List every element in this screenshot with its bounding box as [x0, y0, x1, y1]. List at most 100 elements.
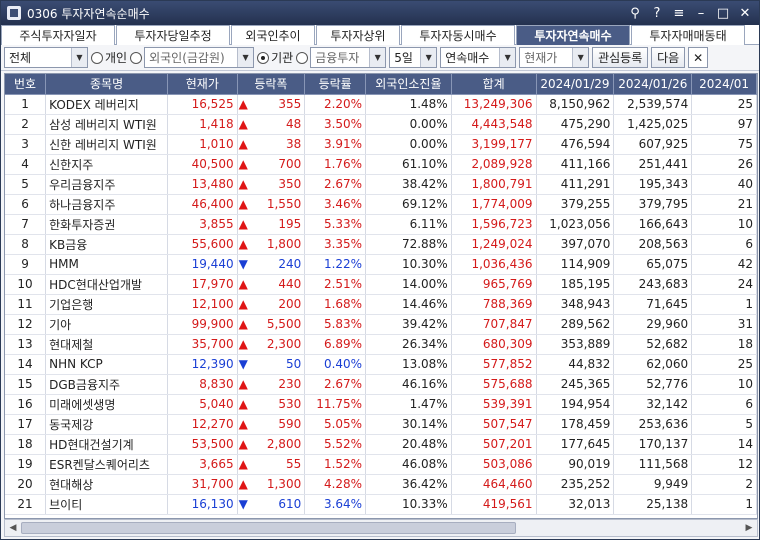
table-row[interactable]: 7 한화투자증권 3,855 ▲ 195 5.33% 6.11% 1,596,723 1,023… [5, 214, 757, 235]
change-cell: ▲ 440 [237, 274, 306, 295]
col-header-price[interactable]: 현재가 [167, 74, 238, 95]
stock-name[interactable]: 현대해상 [45, 474, 168, 495]
radio-foreign[interactable]: 외국인(금감원) ▼ [130, 47, 255, 68]
tab-trading-trend[interactable]: 투자자매매동태 [631, 25, 745, 45]
date2-amount: 166,643 [613, 214, 693, 235]
scroll-track[interactable] [21, 521, 741, 535]
title-bar[interactable]: 0306 투자자연속순매수 ⚲ ? ≡ – □ ✕ [1, 1, 759, 25]
type-select-value: 연속매수 [445, 51, 490, 65]
stock-name[interactable]: 현대제철 [45, 334, 168, 355]
stock-name[interactable]: KODEX 레버리지 [45, 94, 168, 115]
stock-name[interactable]: 기업은행 [45, 294, 168, 315]
scroll-thumb[interactable] [21, 522, 516, 534]
stock-name[interactable]: 우리금융지주 [45, 174, 168, 195]
pin-icon[interactable]: ⚲ [625, 4, 645, 22]
table-row[interactable]: 6 하나금융지주 46,400 ▲ 1,550 3.46% 69.12% 1,774,009 3… [5, 194, 757, 215]
table-row[interactable]: 5 우리금융지주 13,480 ▲ 350 2.67% 38.42% 1,800,791 411… [5, 174, 757, 195]
table-row[interactable]: 20 현대해상 31,700 ▲ 1,300 4.28% 36.42% 464,460 235,… [5, 474, 757, 495]
tab-investor-daily[interactable]: 주식투자자일자 [1, 25, 115, 45]
stock-name[interactable]: HMM [45, 254, 168, 275]
table-row[interactable]: 3 신한 레버리지 WTI원 1,010 ▲ 38 3.91% 0.00% 3,199,177… [5, 134, 757, 155]
stock-name[interactable]: 신한 레버리지 WTI원 [45, 134, 168, 155]
col-header-name[interactable]: 종목명 [45, 74, 168, 95]
col-header-change[interactable]: 등락폭 [237, 74, 306, 95]
col-header-date2[interactable]: 2024/01/26 [613, 74, 693, 95]
table-row[interactable]: 9 HMM 19,440 ▼ 240 1.22% 10.30% 1,036,436 114,90… [5, 254, 757, 275]
foreign-select[interactable]: 외국인(금감원) ▼ [144, 47, 255, 68]
row-no: 20 [5, 474, 47, 495]
table-row[interactable]: 16 미래에셋생명 5,040 ▲ 530 11.75% 1.47% 539,391 194,9… [5, 394, 757, 415]
stock-name[interactable]: 하나금융지주 [45, 194, 168, 215]
foreign-ratio: 20.48% [365, 434, 452, 455]
col-header-date1[interactable]: 2024/01/29 [536, 74, 615, 95]
stock-grid[interactable]: 번호 종목명 현재가 등락폭 등락률 외국인소진율 합계 2024/01/29 … [4, 73, 758, 519]
stock-name[interactable]: 브이티 [45, 494, 168, 515]
change-amount: 1,550 [266, 197, 302, 211]
stock-name[interactable]: 동국제강 [45, 414, 168, 435]
col-header-no[interactable]: 번호 [5, 74, 47, 95]
table-row[interactable]: 14 NHN KCP 12,390 ▼ 50 0.40% 13.08% 577,852 44,8… [5, 354, 757, 375]
stock-name[interactable]: KB금융 [45, 234, 168, 255]
col-header-foreign[interactable]: 외국인소진율 [365, 74, 452, 95]
table-row[interactable]: 4 신한지주 40,500 ▲ 700 1.76% 61.10% 2,089,928 411,1… [5, 154, 757, 175]
scroll-left-icon[interactable]: ◀ [5, 520, 21, 536]
table-row[interactable]: 13 현대제철 35,700 ▲ 2,300 6.89% 26.34% 680,309 353,… [5, 334, 757, 355]
minimize-icon[interactable]: – [691, 4, 711, 22]
stock-name[interactable]: 한화투자증권 [45, 214, 168, 235]
col-header-total[interactable]: 합계 [451, 74, 537, 95]
table-row[interactable]: 15 DGB금융지주 8,830 ▲ 230 2.67% 46.16% 575,688 245,… [5, 374, 757, 395]
stock-name[interactable]: ESR켄달스퀘어리츠 [45, 454, 168, 475]
triangle-up-icon: ▲ [238, 337, 248, 351]
date2-amount: 253,636 [613, 414, 693, 435]
tab-foreign-trend[interactable]: 외국인추이 [231, 25, 315, 45]
table-row[interactable]: 12 기아 99,900 ▲ 5,500 5.83% 39.42% 707,847 289,56… [5, 314, 757, 335]
table-row[interactable]: 11 기업은행 12,100 ▲ 200 1.68% 14.46% 788,369 348,94… [5, 294, 757, 315]
change-cell: ▼ 610 [237, 494, 306, 515]
table-row[interactable]: 17 동국제강 12,270 ▲ 590 5.05% 30.14% 507,547 178,45… [5, 414, 757, 435]
stock-name[interactable]: 기아 [45, 314, 168, 335]
stock-name[interactable]: 삼성 레버리지 WTI원 [45, 114, 168, 135]
tab-investor-top[interactable]: 투자자상위 [316, 25, 400, 45]
watch-register-button[interactable]: 관심등록 [592, 47, 649, 68]
help-icon[interactable]: ? [647, 4, 667, 22]
col-header-date3[interactable]: 2024/01 [691, 74, 757, 95]
table-row[interactable]: 8 KB금융 55,600 ▲ 1,800 3.35% 72.88% 1,249,024 397… [5, 234, 757, 255]
scroll-right-icon[interactable]: ▶ [741, 520, 757, 536]
finance-select[interactable]: 금융투자 ▼ [310, 47, 387, 68]
current-price: 16,525 [167, 94, 238, 115]
settings-icon[interactable]: ≡ [669, 4, 689, 22]
stock-name[interactable]: 신한지주 [45, 154, 168, 175]
table-row[interactable]: 21 브이티 16,130 ▼ 610 3.64% 10.33% 419,561 32,013 2… [5, 494, 757, 515]
stock-name[interactable]: HDC현대산업개발 [45, 274, 168, 295]
horizontal-scrollbar[interactable]: ◀ ▶ [4, 519, 758, 537]
next-button[interactable]: 다음 [651, 47, 686, 68]
radio-finance[interactable]: 금융투자 ▼ [296, 47, 387, 68]
close-icon[interactable]: ✕ [735, 4, 755, 22]
radio-institution[interactable]: 기관 [257, 49, 293, 66]
change-rate: 5.05% [304, 414, 367, 435]
close-icon[interactable]: ✕ [688, 47, 709, 68]
current-price: 55,600 [167, 234, 238, 255]
stock-name[interactable]: 미래에셋생명 [45, 394, 168, 415]
table-row[interactable]: 1 KODEX 레버리지 16,525 ▲ 355 2.20% 1.48% 13,249,30… [5, 94, 757, 115]
price-select[interactable]: 현재가 ▼ [519, 47, 590, 68]
stock-name[interactable]: NHN KCP [45, 354, 168, 375]
market-select[interactable]: 전체 ▼ [4, 47, 88, 68]
tab-consecutive-buy[interactable]: 투자자연속매수 [516, 25, 630, 45]
tab-investor-estimate[interactable]: 투자자당일추정 [116, 25, 230, 45]
radio-individual[interactable]: 개인 [91, 49, 127, 66]
change-cell: ▲ 5,500 [237, 314, 306, 335]
table-row[interactable]: 18 HD현대건설기계 53,500 ▲ 2,800 5.52% 20.48% 507,201… [5, 434, 757, 455]
stock-name[interactable]: HD현대건설기계 [45, 434, 168, 455]
table-row[interactable]: 2 삼성 레버리지 WTI원 1,418 ▲ 48 3.50% 0.00% 4,443,548… [5, 114, 757, 135]
triangle-up-icon: ▲ [238, 277, 248, 291]
type-select[interactable]: 연속매수 ▼ [440, 47, 517, 68]
period-select[interactable]: 5일 ▼ [389, 47, 438, 68]
tab-simultaneous-buy[interactable]: 투자자동시매수 [401, 25, 515, 45]
stock-name[interactable]: DGB금융지주 [45, 374, 168, 395]
table-row[interactable]: 10 HDC현대산업개발 17,970 ▲ 440 2.51% 14.00% 965,769 1… [5, 274, 757, 295]
date3-amount: 21 [691, 194, 757, 215]
maximize-icon[interactable]: □ [713, 4, 733, 22]
table-row[interactable]: 19 ESR켄달스퀘어리츠 3,665 ▲ 55 1.52% 46.08% 503,086 90… [5, 454, 757, 475]
col-header-rate[interactable]: 등락률 [304, 74, 367, 95]
